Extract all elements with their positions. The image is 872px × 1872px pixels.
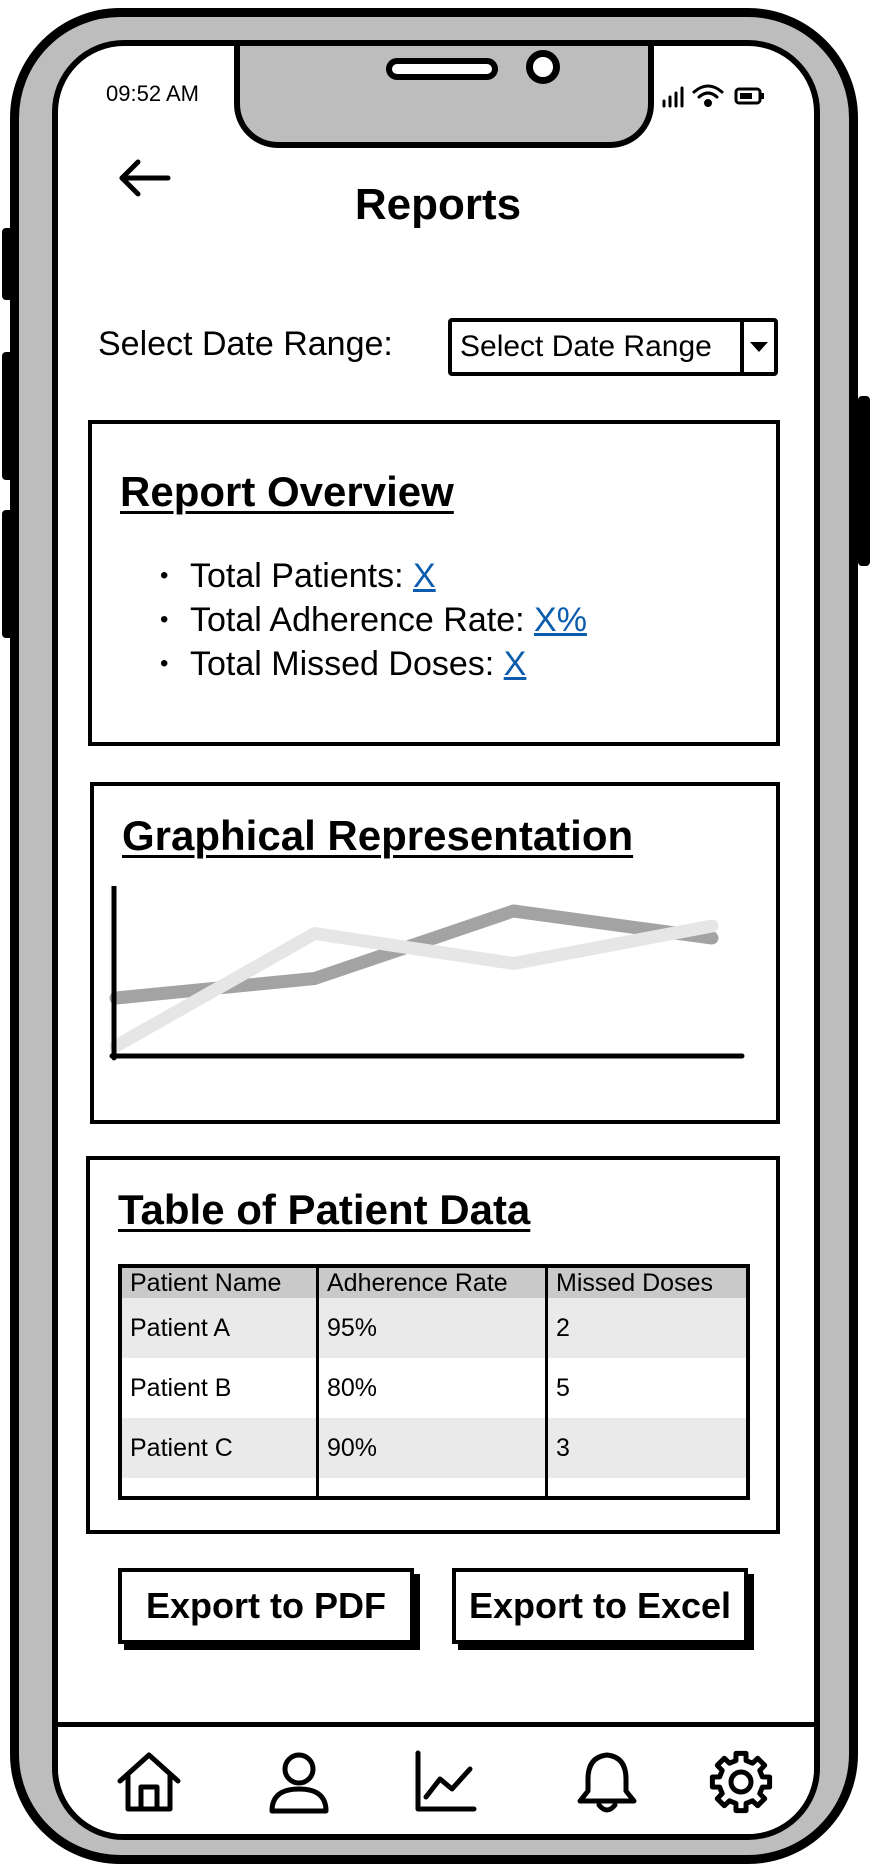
analytics-icon (415, 1750, 477, 1812)
column-header-patient-name: Patient Name (120, 1266, 318, 1298)
page-title: Reports (354, 180, 522, 229)
wifi-icon (692, 84, 724, 107)
notifications-icon (577, 1752, 637, 1813)
patient-table-card: Table of Patient Data Patient Name Adher… (86, 1156, 780, 1534)
battery-icon (734, 87, 764, 105)
status-icons (662, 84, 764, 108)
overview-item-adherence-rate: • Total Adherence Rate: X% (160, 598, 587, 642)
date-range-label: Select Date Range: (98, 325, 393, 363)
nav-analytics[interactable] (412, 1749, 478, 1815)
table-cell-empty (316, 1478, 547, 1498)
overview-item-label: Total Missed Doses: (190, 645, 504, 683)
phone-screen: 09:52 AM Reports Select Date Range: Sele… (52, 40, 820, 1840)
export-pdf-button[interactable]: Export to PDF (118, 1568, 414, 1644)
table-cell-empty (545, 1478, 748, 1498)
table-cell: 95% (316, 1298, 547, 1358)
bullet: • (160, 562, 169, 589)
overview-item-total-patients: • Total Patients: X (160, 554, 587, 598)
speaker (386, 58, 498, 80)
table-filler-row (120, 1478, 748, 1498)
table-cell: 2 (545, 1298, 748, 1358)
nav-profile[interactable] (266, 1749, 332, 1815)
export-excel-button[interactable]: Export to Excel (452, 1568, 748, 1644)
overview-item-label: Total Adherence Rate: (190, 601, 535, 639)
table-cell: 80% (316, 1358, 547, 1418)
total-patients-link[interactable]: X (413, 557, 436, 595)
nav-home[interactable] (116, 1749, 182, 1815)
table-cell: Patient C (120, 1418, 318, 1478)
overview-item-label: Total Patients: (190, 557, 414, 595)
table-row: Patient A 95% 2 (120, 1298, 748, 1358)
nav-notifications[interactable] (574, 1749, 640, 1815)
volume-up-button (2, 352, 14, 480)
graph-title: Graphical Representation (122, 812, 634, 859)
chevron-down-icon (750, 342, 768, 352)
bullet: • (160, 650, 169, 677)
overview-item-missed-doses: • Total Missed Doses: X (160, 642, 587, 686)
table-cell: 5 (545, 1358, 748, 1418)
nav-settings[interactable] (708, 1749, 774, 1815)
overview-list: • Total Patients: X • Total Adherence Rate… (160, 554, 587, 686)
date-range-dropdown-button[interactable] (740, 322, 774, 372)
column-header-missed-doses: Missed Doses (545, 1266, 748, 1298)
line-chart (109, 886, 745, 1061)
table-cell: Patient B (120, 1358, 318, 1418)
report-overview-card: Report Overview • Total Patients: X • Tota… (88, 420, 780, 746)
column-header-adherence-rate: Adherence Rate (316, 1266, 547, 1298)
table-row: Patient C 90% 3 (120, 1418, 748, 1478)
notch (234, 46, 654, 148)
table-cell: 3 (545, 1418, 748, 1478)
mute-switch (2, 228, 14, 300)
missed-doses-link[interactable]: X (504, 645, 527, 683)
profile-icon (269, 1752, 329, 1814)
table-cell: Patient A (120, 1298, 318, 1358)
status-time: 09:52 AM (106, 81, 199, 106)
table-cell-empty (120, 1478, 318, 1498)
graph-card: Graphical Representation (90, 782, 780, 1124)
bullet: • (160, 606, 169, 633)
home-icon (117, 1752, 181, 1812)
volume-down-button (2, 510, 14, 638)
patient-data-table: Patient Name Adherence Rate Missed Doses… (118, 1264, 750, 1500)
signal-icon (662, 86, 684, 108)
settings-icon (709, 1750, 773, 1814)
table-cell: 90% (316, 1418, 547, 1478)
date-range-value: Select Date Range (460, 330, 712, 363)
table-row: Patient B 80% 5 (120, 1358, 748, 1418)
power-button (858, 396, 870, 566)
patient-table-title: Table of Patient Data (118, 1186, 531, 1233)
adherence-rate-link[interactable]: X% (534, 601, 587, 639)
date-range-select[interactable]: Select Date Range (448, 318, 778, 376)
front-camera (526, 50, 560, 84)
table-header-row: Patient Name Adherence Rate Missed Doses (120, 1266, 748, 1298)
bottom-nav (58, 1722, 814, 1834)
report-overview-title: Report Overview (120, 468, 454, 515)
